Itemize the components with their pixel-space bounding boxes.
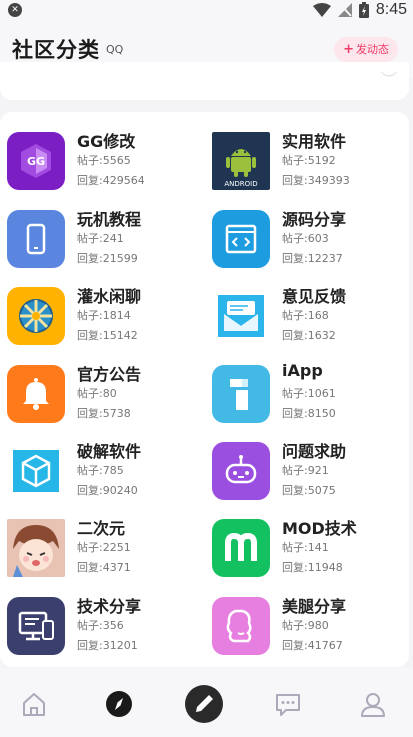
category-posts: 帖子:921 [282, 464, 329, 477]
android-icon-label: ANDROID [224, 180, 257, 188]
phone-icon [7, 210, 65, 268]
category-name: 问题求助 [282, 442, 347, 461]
post-button[interactable]: + 发动态 [334, 36, 398, 62]
category-phone-tutorials[interactable]: 玩机教程 帖子:241 回复:21599 [7, 204, 207, 274]
category-anime[interactable]: 二次元 帖子:2251 回复:4371 [7, 513, 207, 583]
category-replies: 回复:12237 [282, 252, 343, 265]
tab-profile[interactable] [353, 684, 393, 724]
category-replies: 回复:429564 [77, 174, 145, 187]
category-tech-sharing[interactable]: 技术分享 帖子:356 回复:31201 [7, 591, 207, 661]
user-icon [361, 693, 385, 717]
cube-icon [7, 442, 65, 500]
code-icon [212, 210, 270, 268]
category-gg[interactable]: GG GG修改 帖子:5565 回复:429564 [7, 126, 207, 196]
chevron-down-icon [380, 63, 398, 81]
category-feedback[interactable]: 意见反馈 帖子:168 回复:1632 [212, 281, 412, 351]
tab-home[interactable] [14, 684, 54, 724]
category-replies: 回复:31201 [77, 639, 138, 652]
qq-icon: QQ [106, 42, 124, 56]
chat-icon [276, 694, 300, 716]
category-name: 美腿分享 [282, 597, 347, 616]
previous-card [0, 62, 409, 100]
category-source-code[interactable]: 源码分享 帖子:603 回复:12237 [212, 204, 412, 274]
beachball-icon [7, 287, 65, 345]
category-name: iApp [282, 361, 323, 380]
category-chat[interactable]: 灌水闲聊 帖子:1814 回复:15142 [7, 281, 207, 351]
battery-charging-icon [358, 2, 369, 18]
category-replies: 回复:5075 [282, 484, 336, 497]
plus-icon: + [343, 41, 354, 57]
status-bar: ✕ 8:45 [0, 0, 413, 20]
category-name: MOD技术 [282, 519, 357, 538]
page-title: 社区分类 [12, 38, 100, 62]
category-name: 实用软件 [282, 132, 347, 151]
category-posts: 帖子:241 [77, 232, 124, 245]
mod-icon [212, 519, 270, 577]
category-replies: 回复:21599 [77, 252, 138, 265]
category-iapp[interactable]: iApp 帖子:1061 回复:8150 [212, 359, 412, 429]
category-legs-sharing[interactable]: 美腿分享 帖子:980 回复:41767 [212, 591, 412, 661]
android-icon: ANDROID [212, 132, 270, 190]
tab-post[interactable] [184, 684, 224, 724]
home-icon [23, 693, 45, 716]
no-signal-icon [337, 3, 352, 17]
category-posts: 帖子:356 [77, 619, 124, 632]
category-posts: 帖子:1061 [282, 387, 336, 400]
category-name: 玩机教程 [77, 210, 142, 229]
category-posts: 帖子:980 [282, 619, 329, 632]
category-posts: 帖子:2251 [77, 541, 131, 554]
category-posts: 帖子:80 [77, 387, 117, 400]
legs-icon [212, 597, 270, 655]
category-utility-software[interactable]: ANDROID 实用软件 帖子:5192 回复:349393 [212, 126, 412, 196]
category-name: 技术分享 [77, 597, 142, 616]
category-posts: 帖子:5565 [77, 154, 131, 167]
category-replies: 回复:1632 [282, 329, 336, 342]
category-replies: 回复:349393 [282, 174, 350, 187]
category-replies: 回复:15142 [77, 329, 138, 342]
tab-discover[interactable] [99, 684, 139, 724]
category-replies: 回复:8150 [282, 407, 336, 420]
category-posts: 帖子:785 [77, 464, 124, 477]
bottom-tab-bar [0, 668, 413, 737]
gg-icon: GG [7, 132, 65, 190]
category-name: 源码分享 [282, 210, 347, 229]
iapp-icon [212, 365, 270, 423]
compass-icon [106, 691, 132, 717]
category-posts: 帖子:1814 [77, 309, 131, 322]
category-announcements[interactable]: 官方公告 帖子:80 回复:5738 [7, 359, 207, 429]
mail-icon [212, 287, 270, 345]
bell-icon [7, 365, 65, 423]
category-posts: 帖子:5192 [282, 154, 336, 167]
robot-icon [212, 442, 270, 500]
category-posts: 帖子:141 [282, 541, 329, 554]
post-button-label: 发动态 [356, 43, 389, 56]
category-name: 破解软件 [77, 442, 142, 461]
category-name: GG修改 [77, 132, 136, 151]
category-replies: 回复:11948 [282, 561, 343, 574]
pen-icon [185, 685, 223, 723]
category-replies: 回复:41767 [282, 639, 343, 652]
category-replies: 回复:90240 [77, 484, 138, 497]
category-replies: 回复:5738 [77, 407, 131, 420]
category-name: 意见反馈 [282, 287, 347, 306]
category-cracked-software[interactable]: 破解软件 帖子:785 回复:90240 [7, 436, 207, 506]
tab-messages[interactable] [268, 684, 308, 724]
category-posts: 帖子:168 [282, 309, 329, 322]
category-mod-tech[interactable]: MOD技术 帖子:141 回复:11948 [212, 513, 412, 583]
category-name: 官方公告 [77, 365, 142, 384]
gg-icon-label: GG [27, 155, 45, 168]
status-time: 8:45 [375, 1, 407, 18]
category-help[interactable]: 问题求助 帖子:921 回复:5075 [212, 436, 412, 506]
notification-close-icon: ✕ [8, 3, 22, 17]
category-replies: 回复:4371 [77, 561, 131, 574]
wifi-icon [312, 3, 331, 17]
category-posts: 帖子:603 [282, 232, 329, 245]
category-grid: GG GG修改 帖子:5565 回复:429564 ANDROID 实用软件 帖… [0, 112, 409, 667]
category-name: 二次元 [77, 519, 126, 538]
category-name: 灌水闲聊 [77, 287, 142, 306]
anime-avatar-icon [7, 519, 65, 577]
monitor-icon [7, 597, 65, 655]
